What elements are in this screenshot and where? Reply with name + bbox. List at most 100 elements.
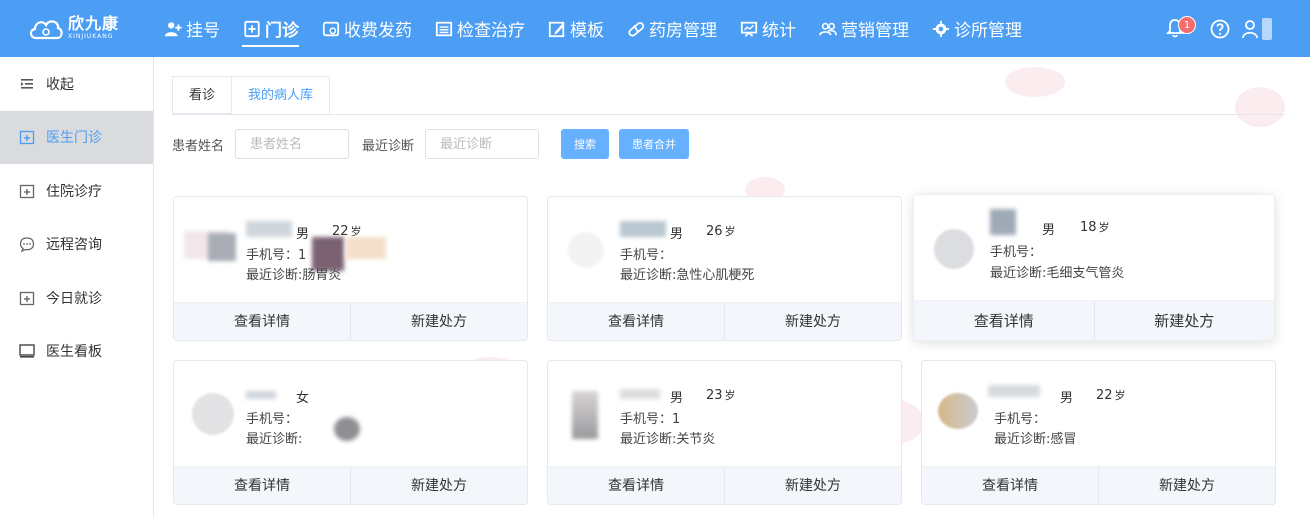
gear-icon [931,19,951,39]
nav-registration[interactable]: 挂号 [163,0,220,57]
avatar [934,229,974,269]
patient-gender: 男 [670,227,684,242]
patient-gender: 男 [1042,223,1056,238]
nav-clinic-management[interactable]: 诊所管理 [931,0,1022,57]
list-icon [434,19,454,39]
recent-diagnosis-input[interactable] [425,129,540,159]
new-prescription-button[interactable]: 新建处方 [1098,467,1275,504]
tab-my-patients[interactable]: 我的病人库 [232,76,331,114]
new-prescription-button[interactable]: 新建处方 [1093,301,1275,340]
patient-phone: 手机号： [994,412,1047,427]
patient-name-redacted [620,389,660,399]
nav-label: 检查治疗 [457,21,525,41]
view-details-button[interactable]: 查看详情 [914,301,1094,340]
patient-phone: 手机号：1 [246,248,307,263]
patient-name-redacted [246,221,292,237]
patient-name-label: 患者姓名 [172,138,225,154]
nav-label: 统计 [762,21,796,41]
logo-chinese-text: 欣九康 [68,14,120,33]
nav-template[interactable]: 模板 [547,0,604,57]
new-prescription-button[interactable]: 新建处方 [350,303,527,340]
user-icon[interactable] [1242,19,1258,39]
patient-card[interactable]: 男 22 岁 手机号： 最近诊断:感冒 查看详情 新建处方 [921,360,1276,505]
sidebar-item-label: 远程咨询 [46,237,102,254]
top-navigation-bar: 欣九康 XINJIUKANG 挂号 门诊 收费发药 检查治疗 模板 药房管理 统… [0,0,1310,57]
patient-card-grid: 男 22 岁 手机号：1 最近诊断:肠胃炎 查看详情 新建处方 男 26 岁 手机号… [173,194,1278,516]
new-prescription-button[interactable]: 新建处方 [724,303,901,340]
patient-gender: 男 [670,391,684,406]
collapse-icon [18,75,36,93]
patient-card[interactable]: 男 22 岁 手机号：1 最近诊断:肠胃炎 查看详情 新建处方 [173,196,528,341]
search-button[interactable]: 搜索 [561,129,610,159]
new-prescription-button[interactable]: 新建处方 [724,467,901,504]
recent-diagnosis-label: 最近诊断 [362,138,415,154]
nav-statistics[interactable]: 统计 [739,0,796,57]
plus-calendar-icon [18,128,36,146]
notification-bell[interactable]: 1 [1165,16,1196,40]
patient-age: 22 岁 [1096,388,1126,403]
merge-patients-button[interactable]: 患者合并 [619,129,690,159]
plus-calendar-icon [18,289,36,307]
nav-label: 诊所管理 [954,21,1022,41]
patient-diagnosis: 最近诊断:急性心肌梗死 [620,268,755,283]
view-details-button[interactable]: 查看详情 [174,303,350,340]
patient-diagnosis: 最近诊断:肠胃炎 [246,268,342,283]
patient-phone: 手机号：1 [620,412,681,427]
view-details-button[interactable]: 查看详情 [174,467,350,504]
patient-diagnosis: 最近诊断: [246,432,303,447]
nav-outpatient[interactable]: 门诊 [242,0,299,57]
patient-name-redacted [620,221,666,237]
patient-gender: 女 [296,391,310,406]
new-prescription-button[interactable]: 新建处方 [350,467,527,504]
background-petal [1235,87,1285,127]
sidebar-item-doctor-outpatient[interactable]: 医生门诊 [0,110,153,164]
sidebar-item-today-visits[interactable]: 今日就诊 [0,271,153,325]
patient-name-input[interactable] [235,129,350,159]
sidebar-item-label: 住院诊疗 [46,183,102,200]
patient-diagnosis: 最近诊断:感冒 [994,432,1077,447]
filter-bar: 患者姓名 最近诊断 搜索 患者合并 [172,129,690,159]
patient-phone: 手机号： [990,245,1043,260]
cloud-logo-icon [28,14,64,42]
patient-gender: 男 [1060,391,1074,406]
patient-diagnosis: 最近诊断:毛细支气管炎 [990,266,1125,281]
patient-age: 23 岁 [706,388,736,403]
pay-icon [321,19,341,39]
sidebar-item-remote-consult[interactable]: 远程咨询 [0,218,153,272]
edit-icon [547,19,567,39]
avatar [572,391,598,439]
nav-pharmacy[interactable]: 药房管理 [626,0,717,57]
patient-name-redacted [988,385,1040,397]
patient-card[interactable]: 女 手机号： 最近诊断: 查看详情 新建处方 [173,360,528,505]
patient-age: 18 岁 [1080,220,1110,235]
monitor-icon [18,342,36,360]
redacted-block [346,237,386,259]
avatar [568,232,604,268]
user-plus-icon [163,19,183,39]
username-redacted[interactable] [1262,18,1272,40]
patient-age: 26 岁 [706,224,736,239]
plus-square-icon [242,19,262,39]
sidebar-item-label: 医生门诊 [46,130,102,147]
app-logo[interactable]: 欣九康 XINJIUKANG [28,14,119,42]
nav-charge-dispense[interactable]: 收费发药 [321,0,412,57]
patient-card[interactable]: 男 23 岁 手机号：1 最近诊断:关节炎 查看详情 新建处方 [547,360,902,505]
view-details-button[interactable]: 查看详情 [548,467,724,504]
view-details-button[interactable]: 查看详情 [922,467,1098,504]
sidebar-item-label: 收起 [46,76,74,93]
view-details-button[interactable]: 查看详情 [548,303,724,340]
nav-label: 模板 [570,21,604,41]
patient-card[interactable]: 男 18 岁 手机号： 最近诊断:毛细支气管炎 查看详情 新建处方 [913,194,1275,341]
sidebar-item-doctor-dashboard[interactable]: 医生看板 [0,325,153,379]
sidebar-item-collapse[interactable]: 收起 [0,57,153,111]
help-icon[interactable] [1210,19,1230,39]
sidebar-item-inpatient[interactable]: 住院诊疗 [0,164,153,218]
avatar [208,233,236,261]
nav-marketing[interactable]: 营销管理 [818,0,909,57]
sidebar-item-label: 医生看板 [46,344,102,361]
main-content: 看诊 我的病人库 患者姓名 最近诊断 搜索 患者合并 男 22岁 手机号：1 最… [155,57,1310,517]
tab-consultation[interactable]: 看诊 [172,76,233,114]
patient-gender: 男 [296,227,310,242]
patient-card[interactable]: 男 26 岁 手机号： 最近诊断:急性心肌梗死 查看详情 新建处方 [547,196,902,341]
nav-exam-treatment[interactable]: 检查治疗 [434,0,525,57]
